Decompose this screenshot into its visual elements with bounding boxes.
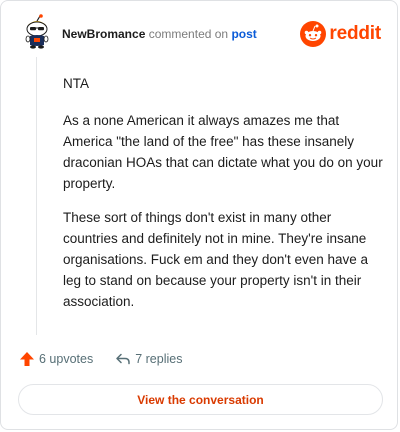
replies-count: 7 replies — [135, 352, 183, 366]
upvotes-count: 6 upvotes — [39, 352, 94, 366]
upvote-arrow-icon — [20, 352, 34, 366]
post-link[interactable]: post — [231, 27, 256, 41]
username-link[interactable]: NewBromance — [62, 27, 145, 41]
reply-arrow-icon — [116, 353, 130, 365]
reddit-logo-icon — [300, 21, 327, 47]
snoo-avatar-icon[interactable] — [21, 14, 53, 50]
upvotes-button[interactable]: 6 upvotes — [19, 351, 93, 367]
comment-paragraph: As a none American it always amazes me t… — [63, 113, 383, 191]
comment-embed-card: NewBromance commented on post reddit NTA… — [0, 0, 398, 430]
thread-line — [36, 57, 37, 335]
comment-body: NTA As a none American it always amazes … — [63, 73, 383, 325]
view-conversation-button[interactable]: View the conversation — [18, 384, 383, 415]
comment-paragraph: NTA — [63, 76, 89, 91]
replies-button[interactable]: 7 replies — [115, 351, 182, 367]
reddit-wordmark: reddit — [329, 23, 381, 44]
comment-byline: NewBromance commented on post — [62, 27, 257, 41]
comment-header: NewBromance commented on post reddit — [21, 14, 381, 54]
comment-paragraph: These sort of things don't exist in many… — [63, 210, 369, 309]
comment-actions: 6 upvotes 7 replies — [19, 348, 182, 370]
reddit-brand[interactable]: reddit — [300, 21, 381, 47]
commented-on-text: commented on — [148, 27, 229, 41]
